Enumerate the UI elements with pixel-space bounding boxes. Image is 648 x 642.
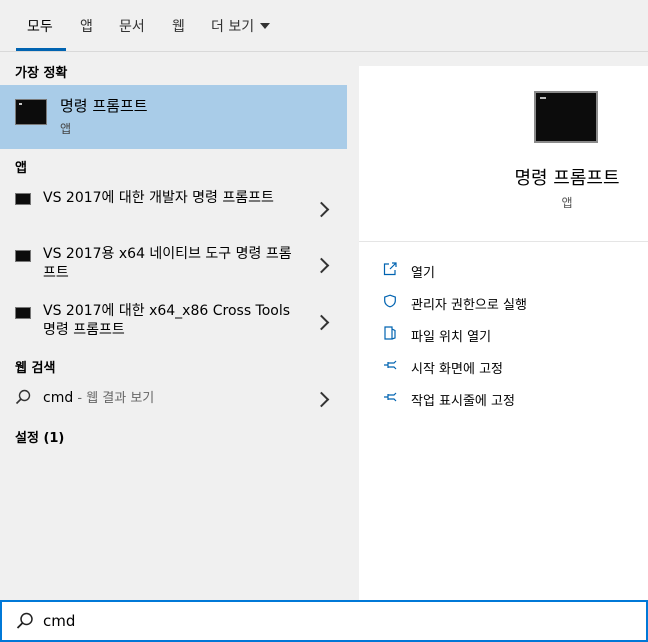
file-location-icon — [384, 326, 396, 340]
action-pin-to-start[interactable]: 시작 화면에 고정 — [381, 358, 641, 378]
search-input[interactable]: cmd — [43, 612, 75, 630]
action-pin-to-taskbar[interactable]: 작업 표시줄에 고정 — [381, 390, 641, 410]
open-icon — [383, 262, 397, 276]
shield-icon — [384, 294, 396, 308]
action-open-file-location[interactable]: 파일 위치 열기 — [381, 326, 641, 346]
chevron-right-icon[interactable] — [313, 201, 330, 218]
best-match-subtitle: 앱 — [60, 122, 72, 136]
chevron-down-icon — [260, 23, 271, 29]
best-match-header: 가장 정확 — [15, 66, 68, 81]
command-prompt-icon — [15, 99, 47, 125]
action-run-as-admin[interactable]: 관리자 권한으로 실행 — [381, 294, 641, 314]
action-label: 열기 — [411, 266, 435, 281]
best-match-item[interactable]: 명령 프롬프트 앱 — [0, 85, 347, 149]
preview-title: 명령 프롬프트 — [514, 168, 620, 189]
action-label: 파일 위치 열기 — [411, 330, 492, 345]
preview-panel: 명령 프롬프트 앱 열기 관리자 권한으로 실행 파일 위치 열기 시작 화면에… — [359, 66, 648, 600]
app-result-item[interactable]: VS 2017에 대한 x64_x86 Cross Tools 명령 프롬프트 — [0, 302, 347, 346]
active-tab-indicator — [16, 48, 66, 51]
tab-all[interactable]: 모두 — [27, 16, 53, 36]
app-result-item[interactable]: VS 2017에 대한 개발자 명령 프롬프트 — [0, 188, 347, 232]
action-label: 작업 표시줄에 고정 — [411, 394, 515, 409]
web-result-label: cmd - 웹 결과 보기 — [43, 389, 298, 408]
app-result-label: VS 2017에 대한 개발자 명령 프롬프트 — [43, 190, 274, 206]
preview-subtitle: 앱 — [561, 196, 573, 210]
tab-web[interactable]: 웹 — [172, 16, 185, 36]
pin-icon — [384, 360, 397, 370]
command-prompt-icon — [15, 307, 31, 319]
web-search-header: 웹 검색 — [15, 361, 56, 376]
search-filter-tabs: 모두 앱 문서 웹 더 보기 — [0, 0, 648, 52]
results-panel: 가장 정확 명령 프롬프트 앱 앱 VS 2017에 대한 개발자 명령 프롬프… — [0, 52, 347, 600]
search-icon — [15, 389, 31, 405]
tab-documents[interactable]: 문서 — [119, 16, 145, 36]
settings-header[interactable]: 설정 (1) — [15, 427, 64, 446]
action-label: 시작 화면에 고정 — [411, 362, 503, 377]
tab-more-label: 더 보기 — [211, 19, 255, 35]
chevron-right-icon[interactable] — [313, 391, 330, 408]
command-prompt-icon — [15, 250, 31, 262]
app-result-item[interactable]: VS 2017용 x64 네이티브 도구 명령 프롬프트 — [0, 245, 347, 289]
tab-more[interactable]: 더 보기 — [211, 16, 271, 36]
web-result-item[interactable]: cmd - 웹 결과 보기 — [0, 387, 347, 413]
action-label: 관리자 권한으로 실행 — [411, 298, 527, 313]
chevron-right-icon[interactable] — [313, 257, 330, 274]
command-prompt-icon — [15, 193, 31, 205]
tab-apps[interactable]: 앱 — [80, 16, 93, 36]
web-result-suffix: - 웹 결과 보기 — [73, 391, 155, 406]
command-prompt-large-icon — [534, 91, 598, 143]
pin-icon — [384, 392, 397, 402]
chevron-right-icon[interactable] — [313, 314, 330, 331]
divider — [359, 241, 648, 242]
web-query: cmd — [43, 390, 74, 406]
action-open[interactable]: 열기 — [381, 262, 641, 282]
app-result-label: VS 2017에 대한 x64_x86 Cross Tools 명령 프롬프트 — [43, 303, 291, 338]
best-match-title: 명령 프롬프트 — [60, 97, 148, 115]
search-icon — [16, 612, 33, 629]
search-box[interactable]: cmd — [0, 600, 648, 642]
apps-header: 앱 — [15, 161, 27, 176]
app-result-label: VS 2017용 x64 네이티브 도구 명령 프롬프트 — [43, 246, 292, 281]
